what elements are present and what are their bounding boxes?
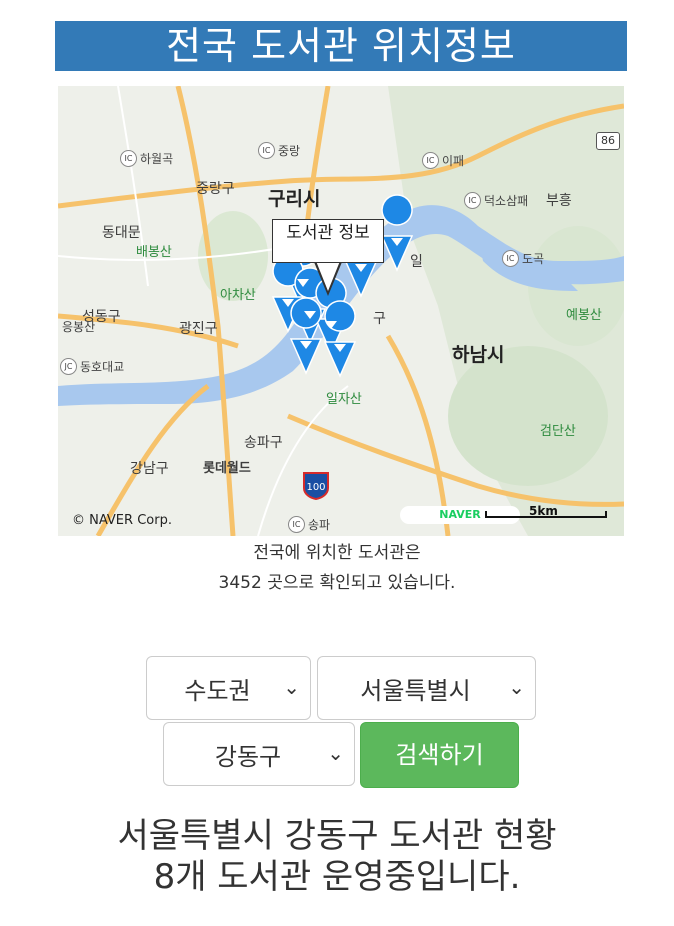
ic-icon: IC <box>120 150 137 167</box>
svg-text:100: 100 <box>306 482 325 493</box>
region-select-value: 수도권 <box>184 676 251 705</box>
map-label-jungnang: 중랑구 <box>196 181 235 197</box>
map-label-songpa: 송파구 <box>244 435 283 451</box>
chevron-down-icon: ⌄ <box>508 675 525 699</box>
map-label-baebongsan: 배봉산 <box>136 245 172 260</box>
summary-line-1: 전국에 위치한 도서관은 <box>253 543 421 563</box>
route-shield-86: 86 <box>596 132 620 150</box>
district-select[interactable]: 강동구 ⌄ <box>163 722 355 786</box>
map-label-iljasan: 일자산 <box>326 392 362 407</box>
ic-label: IC 하월곡 <box>120 150 173 167</box>
map-label-il: 일 <box>410 254 423 270</box>
ic-icon: JC <box>60 358 77 375</box>
map-label-dongdaemun: 동대문 <box>102 225 141 241</box>
map-label-gwangjin: 광진구 <box>179 321 218 337</box>
ic-icon: IC <box>258 142 275 159</box>
map-label-hanam: 하남시 <box>452 344 505 366</box>
map-label-achasan: 아차산 <box>220 288 256 303</box>
map-label-gangnam: 강남구 <box>130 461 169 477</box>
region-select[interactable]: 수도권 ⌄ <box>146 656 311 720</box>
page-title: 전국 도서관 위치정보 <box>55 21 627 71</box>
search-button[interactable]: 검색하기 <box>360 722 519 788</box>
ic-label: IC 도곡 <box>502 250 544 267</box>
ic-icon: IC <box>288 516 305 533</box>
map-label-lotteworld: 롯데월드 <box>203 461 251 476</box>
chevron-down-icon: ⌄ <box>283 675 300 699</box>
map-label-guri: 구리시 <box>268 188 321 210</box>
result-title: 서울특별시 강동구 도서관 현황 <box>117 816 557 856</box>
map-label-eungbong: 응봉산 <box>62 320 96 334</box>
map-label-bubal: 부흥 <box>546 193 572 209</box>
route-shield-100: 100 <box>303 472 329 500</box>
map-label-yebongsan: 예봉산 <box>566 308 602 323</box>
chevron-down-icon: ⌄ <box>327 741 344 765</box>
info-window[interactable]: 도서관 정보 <box>272 219 384 263</box>
map-copyright: © NAVER Corp. <box>72 513 172 528</box>
ic-icon: IC <box>422 152 439 169</box>
ic-label: IC 덕소삼패 <box>464 192 528 209</box>
info-window-pointer-fill <box>316 261 340 291</box>
ic-icon: IC <box>464 192 481 209</box>
map-label-gu: 구 <box>373 311 386 327</box>
library-map[interactable]: 구리시 하남시 중랑구 광진구 송파구 강남구 동대문 성동구 응봉산 롯데월드… <box>58 86 624 536</box>
map-scale: 5km <box>485 504 607 522</box>
map-label-geomdansan: 검단산 <box>540 424 576 439</box>
ic-label: IC 송파 <box>288 516 330 533</box>
city-select-value: 서울특별시 <box>360 676 471 705</box>
ic-label: JC 동호대교 <box>60 358 124 375</box>
summary-line-2: 3452 곳으로 확인되고 있습니다. <box>218 573 456 593</box>
result-count: 8개 도서관 운영중입니다. <box>153 857 521 897</box>
city-select[interactable]: 서울특별시 ⌄ <box>317 656 536 720</box>
district-select-value: 강동구 <box>214 742 282 771</box>
ic-label: IC 이패 <box>422 152 464 169</box>
scale-label: 5km <box>529 504 558 518</box>
ic-label: IC 중랑 <box>258 142 300 159</box>
ic-icon: IC <box>502 250 519 267</box>
